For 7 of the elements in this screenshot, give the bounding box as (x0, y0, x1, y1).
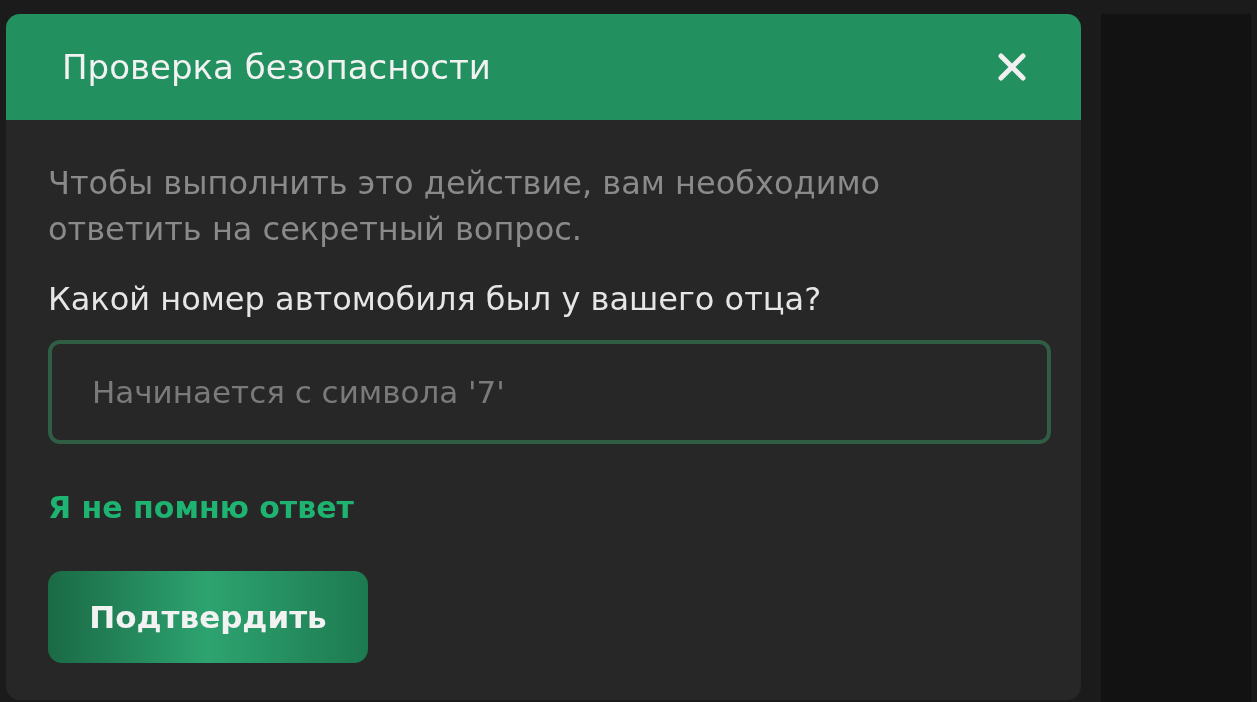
dialog-title: Проверка безопасности (62, 47, 491, 87)
forgot-answer-link[interactable]: Я не помню ответ (48, 490, 354, 525)
answer-field[interactable]: Начинается с символа '7' (48, 340, 1051, 444)
instruction-text: Чтобы выполнить это действие, вам необходимо ответить на секретный вопрос. (48, 163, 882, 250)
close-icon[interactable] (997, 52, 1027, 82)
confirm-button[interactable]: Подтвердить (48, 571, 368, 663)
question-text: Какой номер автомобиля был у вашего отца? (48, 280, 822, 318)
